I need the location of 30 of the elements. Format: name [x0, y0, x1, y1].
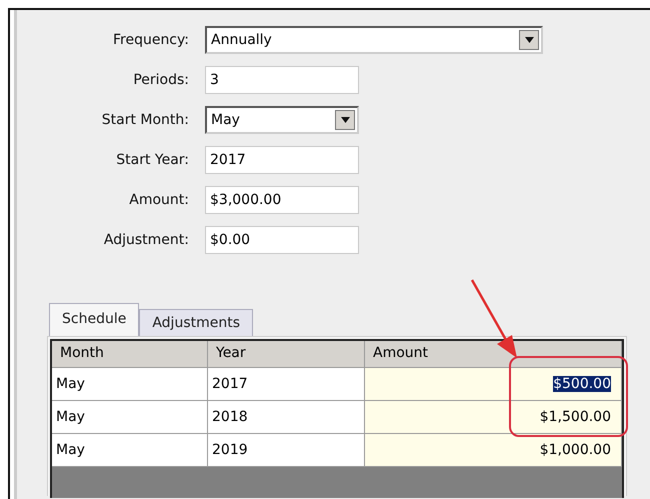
column-header[interactable]: Amount	[365, 341, 622, 368]
table-cell: May	[52, 368, 208, 401]
field-label: Amount:	[128, 192, 189, 208]
field-label: Start Year:	[115, 152, 189, 168]
input-field[interactable]: 3	[205, 66, 359, 94]
field-label: Frequency:	[112, 32, 189, 48]
amount-value: $1,000.00	[540, 442, 611, 458]
dropdown[interactable]: Annually	[205, 26, 543, 54]
field-label: Start Month:	[100, 112, 189, 128]
table-cell: May	[52, 434, 208, 467]
dropdown[interactable]: May	[205, 106, 359, 134]
field-label: Adjustment:	[102, 232, 189, 248]
table-cell: 2018	[208, 401, 365, 434]
tab[interactable]: Schedule	[49, 303, 140, 336]
amount-value: $500.00	[553, 376, 611, 392]
field-label: Periods:	[132, 72, 189, 88]
table-cell: 2017	[208, 368, 365, 401]
input-field[interactable]: $3,000.00	[205, 186, 359, 214]
table-cell: 2019	[208, 434, 365, 467]
input-field[interactable]: $0.00	[205, 226, 359, 254]
caret-icon	[524, 37, 534, 43]
column-header[interactable]: Month	[52, 341, 208, 368]
dropdown-button[interactable]	[519, 30, 539, 50]
tab[interactable]: Adjustments	[139, 309, 254, 336]
column-header[interactable]: Year	[208, 341, 365, 368]
amount-value: $1,500.00	[540, 409, 611, 425]
caret-icon	[340, 117, 350, 123]
dropdown-button[interactable]	[335, 110, 355, 130]
table-cell: May	[52, 401, 208, 434]
input-field[interactable]: 2017	[205, 146, 359, 174]
